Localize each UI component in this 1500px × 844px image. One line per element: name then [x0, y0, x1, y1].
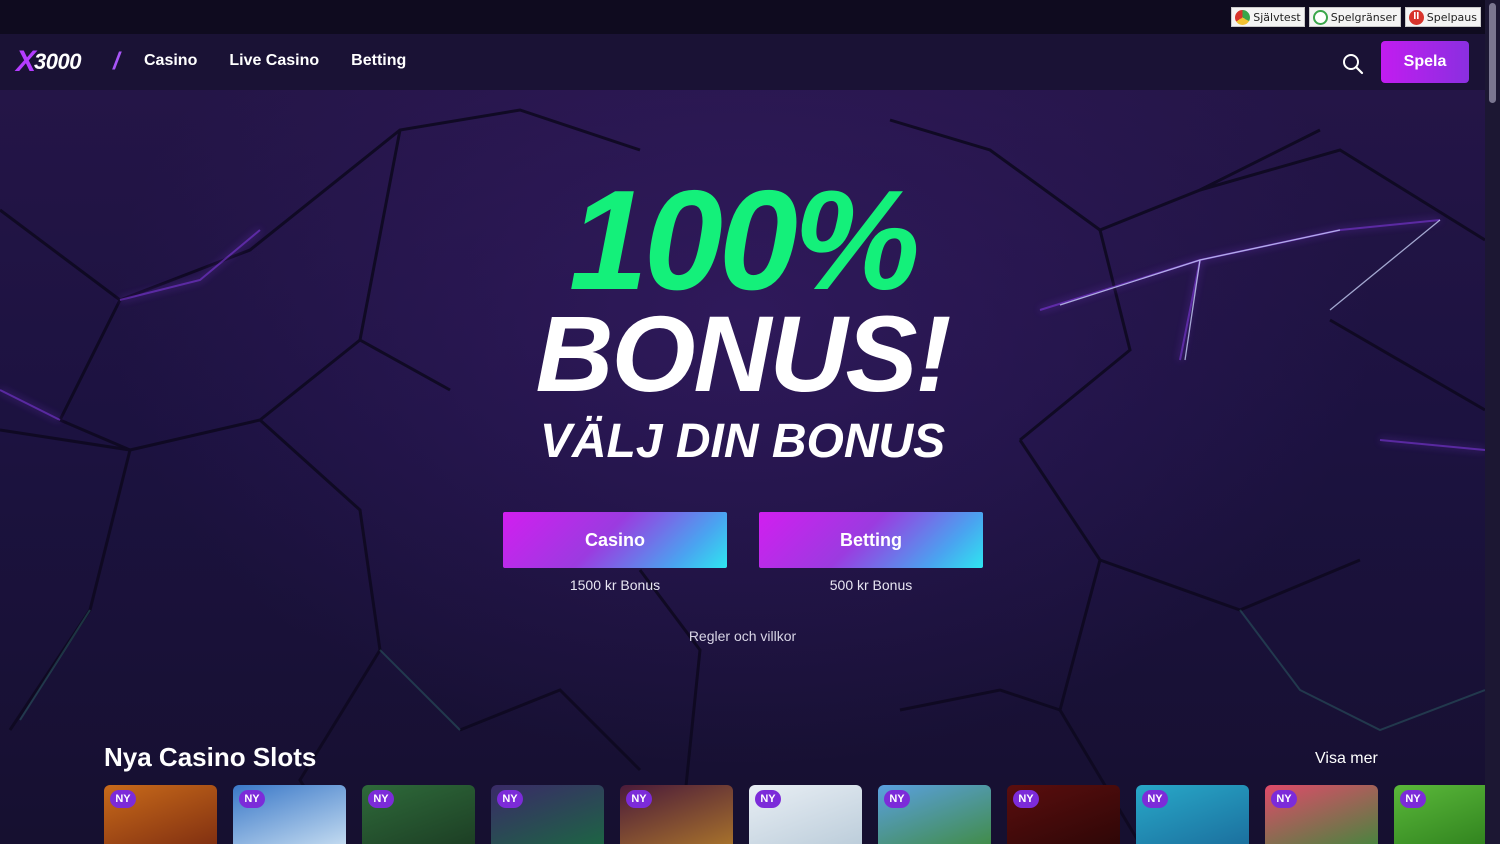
game-tile[interactable]: NY	[1394, 785, 1485, 844]
main-navbar: X 3000 / Casino Live Casino Betting Spel…	[0, 34, 1485, 90]
game-tile[interactable]: NY	[878, 785, 991, 844]
logo-number: 3000	[34, 49, 81, 74]
new-slots-row: NY NY NY NY NY NY NY NY NY NY NY	[104, 785, 1485, 844]
new-badge: NY	[368, 790, 394, 808]
new-badge: NY	[110, 790, 136, 808]
game-tile[interactable]: NY	[233, 785, 346, 844]
page-scrollbar[interactable]	[1485, 0, 1500, 844]
game-limits-label: Spelgränser	[1330, 10, 1397, 24]
casino-bonus-button[interactable]: Casino	[503, 512, 727, 568]
primary-nav: Casino Live Casino Betting	[144, 52, 406, 70]
see-more-link[interactable]: Visa mer	[1315, 750, 1378, 768]
new-badge: NY	[239, 790, 265, 808]
terms-link[interactable]: Regler och villkor	[0, 628, 1485, 644]
new-badge: NY	[1271, 790, 1297, 808]
play-button[interactable]: Spela	[1381, 41, 1469, 83]
nav-divider: /	[113, 48, 120, 75]
search-button[interactable]	[1341, 52, 1365, 76]
game-tile[interactable]: NY	[1007, 785, 1120, 844]
game-tile[interactable]: NY	[362, 785, 475, 844]
game-pause-label: Spelpaus	[1426, 10, 1477, 24]
game-tile[interactable]: NY	[749, 785, 862, 844]
self-test-link[interactable]: Självtest	[1231, 7, 1305, 27]
casino-bonus-caption: 1500 kr Bonus	[569, 577, 661, 593]
search-icon	[1343, 54, 1364, 75]
new-badge: NY	[497, 790, 523, 808]
nav-live-casino[interactable]: Live Casino	[229, 52, 319, 70]
game-tile[interactable]: NY	[620, 785, 733, 844]
game-tile[interactable]: NY	[491, 785, 604, 844]
limits-icon	[1312, 9, 1328, 25]
nav-casino[interactable]: Casino	[144, 52, 197, 70]
new-badge: NY	[626, 790, 652, 808]
betting-bonus-caption: 500 kr Bonus	[829, 577, 913, 593]
responsible-gaming-bar: Självtest Spelgränser ll Spelpaus	[0, 0, 1485, 34]
logo-x: X	[16, 45, 37, 78]
site-logo[interactable]: X 3000	[16, 46, 96, 78]
self-test-label: Självtest	[1253, 10, 1301, 24]
game-tile[interactable]: NY	[1265, 785, 1378, 844]
hero-banner: 100% BONUS! VÄLJ DIN BONUS Casino 1500 k…	[0, 90, 1485, 844]
game-tile[interactable]: NY	[1136, 785, 1249, 844]
betting-bonus-button[interactable]: Betting	[759, 512, 983, 568]
hero-headline-bonus: BONUS!	[535, 293, 952, 414]
new-badge: NY	[1142, 790, 1168, 808]
new-slots-title: Nya Casino Slots	[104, 742, 317, 772]
hero-headline-percent: 100%	[568, 161, 920, 320]
pause-icon: ll	[1408, 9, 1424, 25]
game-limits-link[interactable]: Spelgränser	[1308, 7, 1401, 27]
game-pause-link[interactable]: ll Spelpaus	[1404, 7, 1481, 27]
new-badge: NY	[1400, 790, 1426, 808]
responsible-gaming-links: Självtest Spelgränser ll Spelpaus	[1231, 7, 1481, 27]
game-tile[interactable]: NY	[104, 785, 217, 844]
new-badge: NY	[1013, 790, 1039, 808]
hero-subheadline: VÄLJ DIN BONUS	[539, 415, 946, 468]
new-badge: NY	[884, 790, 910, 808]
new-badge: NY	[755, 790, 781, 808]
gauge-icon	[1235, 9, 1251, 25]
nav-betting[interactable]: Betting	[351, 52, 406, 70]
scrollbar-thumb[interactable]	[1489, 3, 1496, 103]
